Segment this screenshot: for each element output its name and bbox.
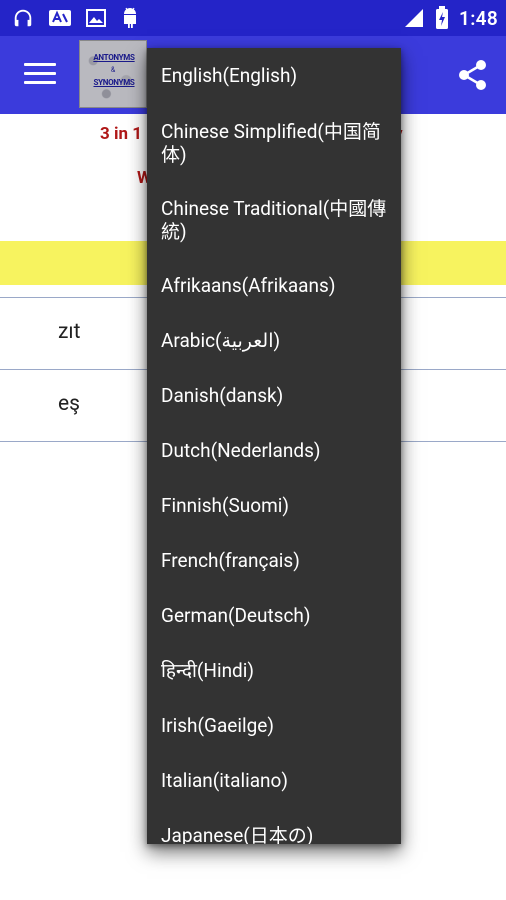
status-bar: 1:48	[0, 0, 506, 36]
android-icon	[120, 7, 140, 29]
menu-item-irish[interactable]: Irish(Gaeilge)	[161, 714, 393, 737]
headphones-icon	[12, 7, 34, 29]
tagline: 3 in 1	[100, 124, 142, 144]
image-icon	[86, 8, 106, 28]
menu-item-chinese-simplified[interactable]: Chinese Simplified(中国简体)	[161, 120, 393, 166]
battery-icon	[435, 6, 449, 30]
menu-item-afrikaans[interactable]: Afrikaans(Afrikaans)	[161, 274, 393, 297]
menu-item-chinese-traditional[interactable]: Chinese Traditional(中國傳統)	[161, 197, 393, 243]
translate-icon	[48, 7, 72, 29]
share-icon[interactable]	[456, 58, 490, 92]
menu-item-italian[interactable]: Italian(italiano)	[161, 769, 393, 792]
menu-item-danish[interactable]: Danish(dansk)	[161, 384, 393, 407]
menu-item-english[interactable]: English(English)	[161, 64, 393, 87]
menu-item-arabic[interactable]: Arabic(العربية)	[161, 329, 393, 352]
list-item-text: zıt	[58, 320, 81, 344]
signal-icon	[403, 7, 425, 29]
menu-item-french[interactable]: French(français)	[161, 549, 393, 572]
menu-item-german[interactable]: German(Deutsch)	[161, 604, 393, 627]
logo-line3: SYNONYMS	[93, 78, 135, 87]
menu-item-dutch[interactable]: Dutch(Nederlands)	[161, 439, 393, 462]
menu-item-japanese[interactable]: Japanese(日本の)	[161, 824, 393, 844]
menu-item-finnish[interactable]: Finnish(Suomi)	[161, 494, 393, 517]
logo-line1: ANTONYMS	[93, 53, 135, 62]
logo-line2: &	[110, 66, 116, 74]
language-menu[interactable]: English(English) Chinese Simplified(中国简体…	[147, 48, 401, 844]
app-logo: ANTONYMS & SYNONYMS	[79, 40, 147, 108]
menu-icon[interactable]	[24, 63, 56, 87]
menu-item-hindi[interactable]: हिन्दी(Hindi)	[161, 659, 393, 682]
list-item-text: eş	[58, 392, 80, 416]
status-time: 1:48	[459, 6, 498, 30]
